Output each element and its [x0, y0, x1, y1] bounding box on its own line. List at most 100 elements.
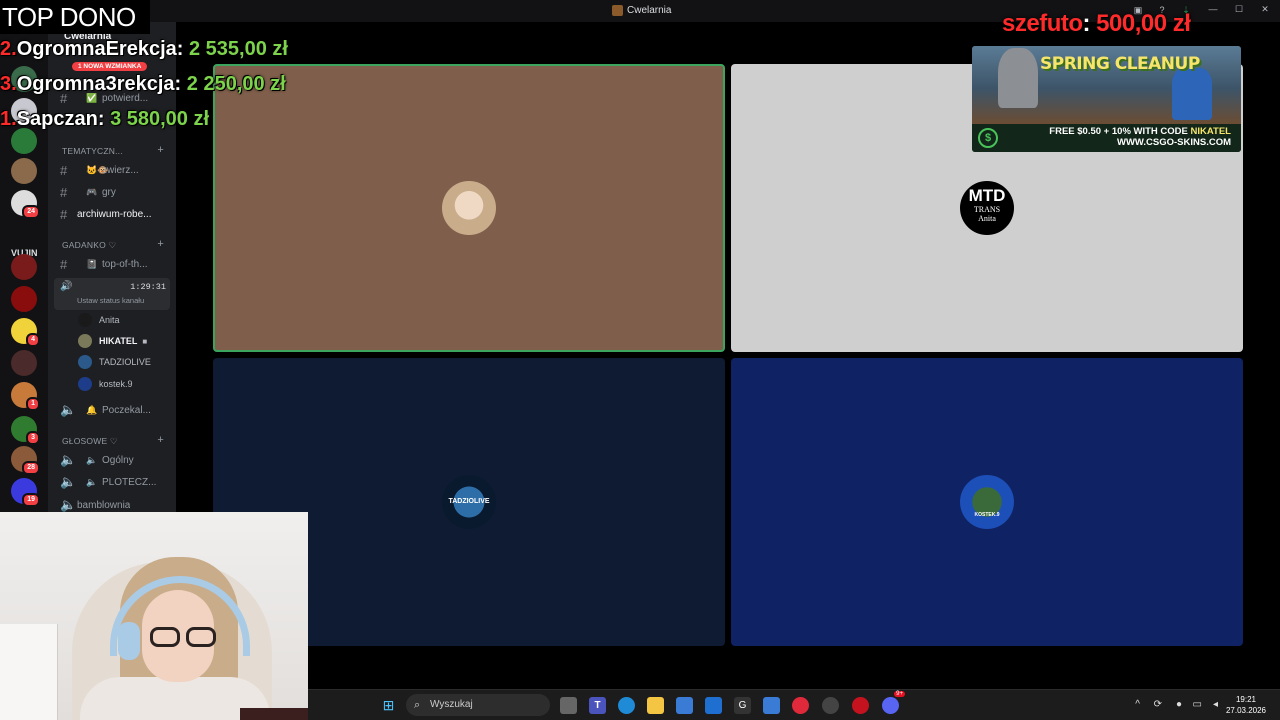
opera-icon[interactable] [792, 697, 809, 714]
add-channel-icon[interactable]: + [157, 144, 164, 156]
category-label: GADANKO ♡ [62, 240, 117, 250]
clock[interactable]: 19:21 27.03.2026 [1218, 694, 1274, 716]
channel-label: top-of-th... [102, 258, 148, 270]
webcam-mat [240, 708, 308, 720]
server-icon[interactable] [11, 350, 37, 376]
search-placeholder: Wyszukaj [430, 699, 473, 710]
ad-site: WWW.CSGO-SKINS.COM [1117, 137, 1231, 148]
minimize-icon[interactable]: — [1208, 4, 1218, 14]
app-icon[interactable]: G [734, 697, 751, 714]
avatar-text: TADZIOLIVE [448, 498, 490, 505]
voice-channel-ogolny[interactable]: 🔈 🔈 Ogólny [48, 450, 176, 470]
screen: Cwelarnia ▣ ? ⇣ — ☐ ✕ 24 VUJIN 4 1 3 28 … [0, 0, 1280, 720]
server-icon[interactable] [11, 158, 37, 184]
server-icon[interactable]: 3 [11, 416, 40, 445]
steam-icon[interactable] [822, 697, 839, 714]
new-mention-pill[interactable]: 1 NOWA WZMIANKA [72, 62, 148, 71]
edge-icon[interactable] [618, 697, 635, 714]
ad-code: NIKATEL [1190, 126, 1231, 137]
channel-gry[interactable]: # 🎮 gry [48, 182, 176, 202]
category-gadanko[interactable]: GADANKO ♡ + [62, 238, 176, 254]
microphone-icon[interactable]: ● [1176, 699, 1182, 710]
avatar [78, 313, 92, 327]
avatar [78, 334, 92, 348]
latest-donation: szefuto: 500,00 zł [1002, 10, 1191, 38]
discord-icon[interactable]: 9+ [882, 691, 905, 714]
speaker-icon: 🔈 [60, 474, 77, 489]
avatar: MTD TRANS Anita [960, 181, 1014, 235]
speaker-icon: 🔊 [60, 281, 73, 292]
app-icon[interactable] [763, 697, 780, 714]
task-view-icon[interactable] [560, 697, 577, 714]
hash-icon: # [60, 256, 68, 272]
ad-headline: SPRING CLEANUP [1040, 54, 1200, 74]
add-channel-icon[interactable]: + [157, 238, 164, 250]
close-icon[interactable]: ✕ [1260, 4, 1270, 14]
store-icon[interactable] [676, 697, 693, 714]
channel-emoji: 🔈 [86, 454, 98, 465]
voice-timer: 1:29:31 [130, 282, 166, 292]
server-icon[interactable]: 28 [11, 446, 40, 475]
voice-channel-plotecz[interactable]: 🔈 🔈 PLOTECZ... [48, 472, 176, 492]
avatar [78, 377, 92, 391]
channel-zwierz[interactable]: # 🐱🐵 zwierz... [48, 160, 176, 180]
server-icon[interactable] [11, 286, 37, 312]
channel-top-of-the[interactable]: # 📓 top-of-th... [48, 254, 176, 274]
camera-icon: ■ [142, 336, 148, 346]
avatar-text-top: MTD [968, 186, 1006, 205]
server-icon[interactable]: 1 [11, 382, 40, 411]
donor-rank: 1. [0, 108, 17, 130]
speaker-icon: 🔈 [60, 497, 77, 512]
server-icon[interactable] [11, 254, 37, 280]
channel-emoji: 🎮 [86, 186, 98, 197]
unread-badge: 4 [26, 333, 40, 347]
server-favicon-icon [612, 5, 623, 16]
speaker-icon: 🔈 [60, 452, 77, 467]
webcam-feed [0, 512, 308, 720]
channel-archiwum[interactable]: # archiwum-robe... [48, 204, 176, 224]
server-icon[interactable]: 24 [11, 190, 40, 219]
avatar: TADZIOLIVE [442, 475, 496, 529]
donor-row: 2.OgromnaErekcja: 2 535,00 zł [0, 38, 288, 60]
sync-icon[interactable]: ⟳ [1154, 699, 1162, 710]
file-explorer-icon[interactable] [647, 697, 664, 714]
category-glosowe[interactable]: GŁOSOWE ♡ + [62, 434, 176, 450]
taskbar-search[interactable]: ⌕ Wyszukaj [406, 694, 550, 716]
windows-start-icon[interactable]: ⊞ [380, 697, 397, 714]
maximize-icon[interactable]: ☐ [1234, 4, 1244, 14]
voice-user-name: Anita [99, 315, 120, 325]
server-icon[interactable]: 4 [11, 318, 40, 347]
ad-offer: FREE $0.50 + 10% WITH CODE NIKATEL WWW.C… [1049, 126, 1231, 148]
channel-label: gry [102, 186, 116, 198]
voice-channel-poczekalnia[interactable]: 🔈 🔔 Poczekal... [48, 400, 176, 420]
voice-user[interactable]: Anita [78, 311, 176, 329]
unread-badge: 28 [22, 461, 40, 475]
set-channel-status[interactable]: Ustaw status kanału [77, 296, 144, 305]
dollar-icon: $ [978, 128, 998, 148]
top-dono-title: TOP DONO [0, 0, 150, 34]
donor-row: 1.Sapczan: 3 580,00 zł [0, 108, 210, 130]
category-tematyczne[interactable]: TEMATYCZN... + [62, 144, 176, 160]
voice-user[interactable]: HIKATEL ■ [78, 332, 176, 350]
unread-badge: 1 [26, 397, 40, 411]
chevron-up-icon[interactable]: ^ [1135, 699, 1140, 710]
server-icon[interactable]: 19 [11, 478, 40, 507]
add-channel-icon[interactable]: + [157, 434, 164, 446]
donor-amount: 3 580,00 zł [110, 108, 210, 130]
ad-offer-text: FREE $0.50 + 10% WITH CODE [1049, 126, 1188, 137]
teams-icon[interactable]: T [589, 697, 606, 714]
channel-emoji: 📓 [86, 258, 98, 269]
taskbar: ⊞ ⌕ Wyszukaj T G 9+ ^ ⟳ ● ▭ ◂ 19:21 27.0… [308, 689, 1280, 720]
window-title: Cwelarnia [612, 5, 671, 16]
window-title-text: Cwelarnia [627, 5, 672, 16]
voice-user[interactable]: kostek.9 [78, 375, 176, 393]
active-voice-channel[interactable]: 🔊 1:29:31 Ustaw status kanału [54, 278, 170, 310]
opera-gx-icon[interactable] [852, 697, 869, 714]
video-tile-anita[interactable] [213, 64, 725, 352]
mail-icon[interactable] [705, 697, 722, 714]
donor-amount: 2 250,00 zł [186, 73, 286, 95]
voice-user[interactable]: TADZIOLIVE [78, 353, 176, 371]
video-tile-kostek[interactable]: KOSTEK.9 [731, 358, 1243, 646]
network-icon[interactable]: ▭ [1193, 699, 1202, 710]
server-icon[interactable] [11, 128, 37, 154]
